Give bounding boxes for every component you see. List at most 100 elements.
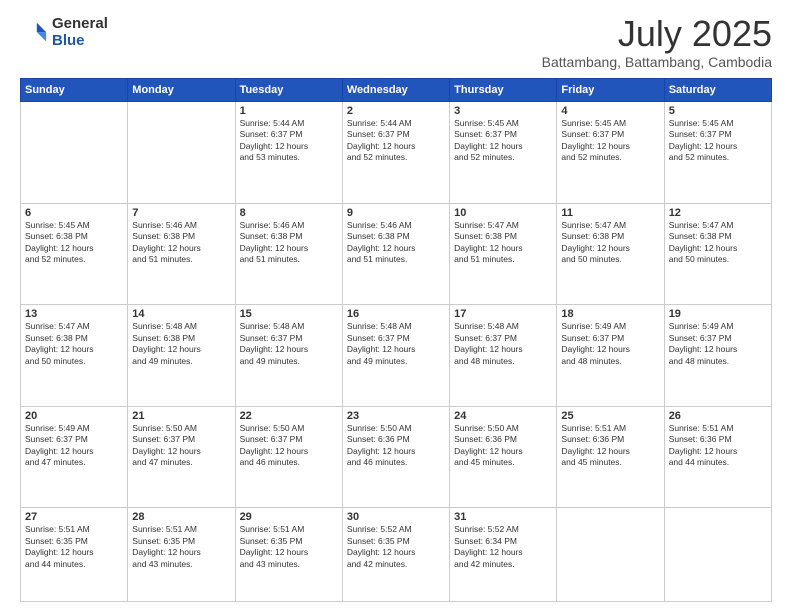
day-info: Sunrise: 5:47 AM Sunset: 6:38 PM Dayligh… — [454, 220, 552, 266]
page: General Blue July 2025 Battambang, Batta… — [0, 0, 792, 612]
col-wednesday: Wednesday — [342, 79, 449, 102]
table-row — [21, 102, 128, 204]
day-number: 10 — [454, 207, 552, 219]
day-info: Sunrise: 5:49 AM Sunset: 6:37 PM Dayligh… — [25, 423, 123, 469]
day-info: Sunrise: 5:46 AM Sunset: 6:38 PM Dayligh… — [347, 220, 445, 266]
day-number: 27 — [25, 511, 123, 523]
calendar-header-row: Sunday Monday Tuesday Wednesday Thursday… — [21, 79, 772, 102]
day-number: 28 — [132, 511, 230, 523]
table-row: 4Sunrise: 5:45 AM Sunset: 6:37 PM Daylig… — [557, 102, 664, 204]
day-info: Sunrise: 5:48 AM Sunset: 6:37 PM Dayligh… — [347, 321, 445, 367]
day-info: Sunrise: 5:46 AM Sunset: 6:38 PM Dayligh… — [240, 220, 338, 266]
day-number: 13 — [25, 308, 123, 320]
table-row: 24Sunrise: 5:50 AM Sunset: 6:36 PM Dayli… — [450, 406, 557, 508]
table-row: 21Sunrise: 5:50 AM Sunset: 6:37 PM Dayli… — [128, 406, 235, 508]
day-info: Sunrise: 5:51 AM Sunset: 6:35 PM Dayligh… — [132, 524, 230, 570]
day-number: 25 — [561, 410, 659, 422]
day-number: 5 — [669, 105, 767, 117]
header: General Blue July 2025 Battambang, Batta… — [20, 16, 772, 70]
col-saturday: Saturday — [664, 79, 771, 102]
day-number: 7 — [132, 207, 230, 219]
day-info: Sunrise: 5:48 AM Sunset: 6:38 PM Dayligh… — [132, 321, 230, 367]
table-row: 13Sunrise: 5:47 AM Sunset: 6:38 PM Dayli… — [21, 305, 128, 407]
month-title: July 2025 — [542, 16, 772, 52]
day-number: 14 — [132, 308, 230, 320]
calendar-table: Sunday Monday Tuesday Wednesday Thursday… — [20, 78, 772, 602]
table-row: 29Sunrise: 5:51 AM Sunset: 6:35 PM Dayli… — [235, 508, 342, 602]
table-row: 17Sunrise: 5:48 AM Sunset: 6:37 PM Dayli… — [450, 305, 557, 407]
table-row: 3Sunrise: 5:45 AM Sunset: 6:37 PM Daylig… — [450, 102, 557, 204]
col-friday: Friday — [557, 79, 664, 102]
table-row: 25Sunrise: 5:51 AM Sunset: 6:36 PM Dayli… — [557, 406, 664, 508]
day-info: Sunrise: 5:50 AM Sunset: 6:36 PM Dayligh… — [347, 423, 445, 469]
day-info: Sunrise: 5:52 AM Sunset: 6:35 PM Dayligh… — [347, 524, 445, 570]
table-row: 10Sunrise: 5:47 AM Sunset: 6:38 PM Dayli… — [450, 203, 557, 305]
day-number: 20 — [25, 410, 123, 422]
table-row: 9Sunrise: 5:46 AM Sunset: 6:38 PM Daylig… — [342, 203, 449, 305]
day-number: 2 — [347, 105, 445, 117]
table-row: 8Sunrise: 5:46 AM Sunset: 6:38 PM Daylig… — [235, 203, 342, 305]
table-row: 16Sunrise: 5:48 AM Sunset: 6:37 PM Dayli… — [342, 305, 449, 407]
day-number: 8 — [240, 207, 338, 219]
day-info: Sunrise: 5:45 AM Sunset: 6:37 PM Dayligh… — [669, 118, 767, 164]
table-row: 15Sunrise: 5:48 AM Sunset: 6:37 PM Dayli… — [235, 305, 342, 407]
day-info: Sunrise: 5:50 AM Sunset: 6:36 PM Dayligh… — [454, 423, 552, 469]
day-info: Sunrise: 5:44 AM Sunset: 6:37 PM Dayligh… — [347, 118, 445, 164]
table-row: 5Sunrise: 5:45 AM Sunset: 6:37 PM Daylig… — [664, 102, 771, 204]
col-sunday: Sunday — [21, 79, 128, 102]
day-info: Sunrise: 5:50 AM Sunset: 6:37 PM Dayligh… — [132, 423, 230, 469]
table-row: 28Sunrise: 5:51 AM Sunset: 6:35 PM Dayli… — [128, 508, 235, 602]
table-row: 19Sunrise: 5:49 AM Sunset: 6:37 PM Dayli… — [664, 305, 771, 407]
day-info: Sunrise: 5:45 AM Sunset: 6:37 PM Dayligh… — [561, 118, 659, 164]
table-row: 14Sunrise: 5:48 AM Sunset: 6:38 PM Dayli… — [128, 305, 235, 407]
day-number: 23 — [347, 410, 445, 422]
logo-text: General Blue — [52, 16, 108, 49]
day-number: 15 — [240, 308, 338, 320]
table-row: 20Sunrise: 5:49 AM Sunset: 6:37 PM Dayli… — [21, 406, 128, 508]
day-number: 11 — [561, 207, 659, 219]
day-number: 16 — [347, 308, 445, 320]
col-tuesday: Tuesday — [235, 79, 342, 102]
day-info: Sunrise: 5:45 AM Sunset: 6:37 PM Dayligh… — [454, 118, 552, 164]
col-monday: Monday — [128, 79, 235, 102]
day-number: 22 — [240, 410, 338, 422]
logo: General Blue — [20, 16, 108, 49]
col-thursday: Thursday — [450, 79, 557, 102]
day-number: 21 — [132, 410, 230, 422]
day-info: Sunrise: 5:50 AM Sunset: 6:37 PM Dayligh… — [240, 423, 338, 469]
table-row: 1Sunrise: 5:44 AM Sunset: 6:37 PM Daylig… — [235, 102, 342, 204]
day-number: 9 — [347, 207, 445, 219]
day-info: Sunrise: 5:51 AM Sunset: 6:36 PM Dayligh… — [669, 423, 767, 469]
table-row: 26Sunrise: 5:51 AM Sunset: 6:36 PM Dayli… — [664, 406, 771, 508]
table-row: 27Sunrise: 5:51 AM Sunset: 6:35 PM Dayli… — [21, 508, 128, 602]
day-info: Sunrise: 5:48 AM Sunset: 6:37 PM Dayligh… — [454, 321, 552, 367]
table-row: 6Sunrise: 5:45 AM Sunset: 6:38 PM Daylig… — [21, 203, 128, 305]
day-info: Sunrise: 5:46 AM Sunset: 6:38 PM Dayligh… — [132, 220, 230, 266]
day-number: 18 — [561, 308, 659, 320]
day-number: 30 — [347, 511, 445, 523]
day-info: Sunrise: 5:47 AM Sunset: 6:38 PM Dayligh… — [25, 321, 123, 367]
day-info: Sunrise: 5:51 AM Sunset: 6:36 PM Dayligh… — [561, 423, 659, 469]
day-info: Sunrise: 5:49 AM Sunset: 6:37 PM Dayligh… — [669, 321, 767, 367]
day-info: Sunrise: 5:47 AM Sunset: 6:38 PM Dayligh… — [561, 220, 659, 266]
table-row: 22Sunrise: 5:50 AM Sunset: 6:37 PM Dayli… — [235, 406, 342, 508]
day-number: 1 — [240, 105, 338, 117]
day-number: 31 — [454, 511, 552, 523]
day-number: 6 — [25, 207, 123, 219]
day-number: 24 — [454, 410, 552, 422]
table-row: 31Sunrise: 5:52 AM Sunset: 6:34 PM Dayli… — [450, 508, 557, 602]
day-info: Sunrise: 5:47 AM Sunset: 6:38 PM Dayligh… — [669, 220, 767, 266]
day-number: 19 — [669, 308, 767, 320]
day-number: 26 — [669, 410, 767, 422]
day-number: 3 — [454, 105, 552, 117]
table-row — [128, 102, 235, 204]
table-row: 18Sunrise: 5:49 AM Sunset: 6:37 PM Dayli… — [557, 305, 664, 407]
day-number: 4 — [561, 105, 659, 117]
day-info: Sunrise: 5:48 AM Sunset: 6:37 PM Dayligh… — [240, 321, 338, 367]
day-number: 12 — [669, 207, 767, 219]
day-number: 17 — [454, 308, 552, 320]
table-row — [557, 508, 664, 602]
day-info: Sunrise: 5:51 AM Sunset: 6:35 PM Dayligh… — [25, 524, 123, 570]
table-row: 12Sunrise: 5:47 AM Sunset: 6:38 PM Dayli… — [664, 203, 771, 305]
table-row: 2Sunrise: 5:44 AM Sunset: 6:37 PM Daylig… — [342, 102, 449, 204]
